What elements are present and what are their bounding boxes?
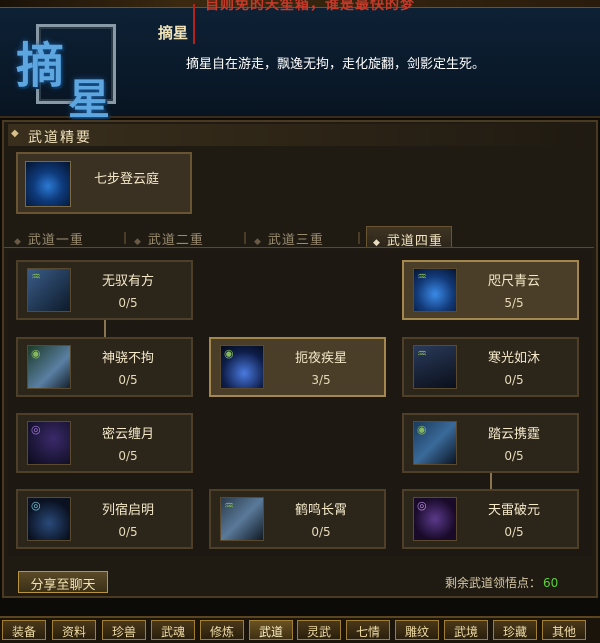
talent-node[interactable]: ◉ 扼夜疾星 3/5 <box>209 337 386 397</box>
talent-points: 3/5 <box>311 373 331 387</box>
talent-points: 0/5 <box>118 296 138 310</box>
tab-label: 武道二重 <box>147 233 204 248</box>
tier-tabs: ◆ 武道一重 ◆ 武道二重 ◆ 武道三重 ◆ 武道四重 <box>4 226 594 249</box>
menu-carving[interactable]: 雕纹 <box>395 620 439 640</box>
talent-points: 5/5 <box>504 296 524 310</box>
talent-name: 鹤鸣长霄 <box>294 503 347 518</box>
menu-martial-realm[interactable]: 武境 <box>444 620 488 640</box>
blue-cloud-icon: ♒ <box>413 268 457 312</box>
talent-name: 踏云携霆 <box>487 427 540 442</box>
talent-node[interactable]: ♒ 寒光如沐 0/5 <box>402 337 579 397</box>
menu-spirit-weapon[interactable]: 灵武 <box>297 620 341 640</box>
diamond-icon: ◆ <box>134 237 142 247</box>
tab-separator <box>124 232 126 244</box>
talent-node[interactable]: ◎ 列宿启明 0/5 <box>16 489 193 549</box>
skill-header: 自则免的天笙箱，谁是最快的梦 摘 星 摘星 摘星自在游走，飘逸无拘，走化旋翻，剑… <box>0 0 600 124</box>
cloud-thunder-icon: ◉ <box>413 421 457 465</box>
marquee-divider <box>193 4 195 44</box>
talent-node[interactable]: ◎ 天雷破元 0/5 <box>402 489 579 549</box>
diamond-icon: ◆ <box>14 237 22 247</box>
talent-points: 0/5 <box>504 449 524 463</box>
talent-node[interactable]: ♒ 鹤鸣长霄 0/5 <box>209 489 386 549</box>
talent-points: 0/5 <box>504 525 524 539</box>
heaven-thunder-icon: ◎ <box>413 497 457 541</box>
talent-points: 0/5 <box>118 525 138 539</box>
school-emblem: 摘 星 <box>6 14 144 124</box>
talent-name: 列宿启明 <box>101 503 154 518</box>
essence-label: 七步登云庭 <box>94 172 160 187</box>
diamond-icon: ◆ <box>254 237 262 247</box>
tab-label: 武道三重 <box>267 233 324 248</box>
talent-node[interactable]: ◉ 神骁不拘 0/5 <box>16 337 193 397</box>
node-connector <box>104 320 106 338</box>
talent-name: 天雷破元 <box>487 503 540 518</box>
talent-name: 咫尺青云 <box>487 274 540 289</box>
section-title-bar: ◆ 武道精要 <box>8 124 592 146</box>
talent-node[interactable]: ♒ 咫尺青云 5/5 <box>402 260 579 320</box>
crane-cry-icon: ♒ <box>220 497 264 541</box>
swift-spirit-icon: ◉ <box>27 345 71 389</box>
menu-pets[interactable]: 珍兽 <box>102 620 146 640</box>
remaining-points: 剩余武道领悟点： 60 <box>445 574 558 591</box>
menu-equipment[interactable]: 装备 <box>2 620 46 640</box>
remaining-points-label: 剩余武道领悟点： <box>445 576 542 590</box>
menu-other[interactable]: 其他 <box>542 620 586 640</box>
emblem-char-2: 星 <box>68 75 111 124</box>
menu-martial-soul[interactable]: 武魂 <box>151 620 195 640</box>
talent-node[interactable]: ◎ 密云缠月 0/5 <box>16 413 193 473</box>
menu-seven-emotions[interactable]: 七情 <box>346 620 390 640</box>
node-connector <box>490 472 492 490</box>
cloud-moon-icon: ◎ <box>27 421 71 465</box>
tab-separator <box>244 232 246 244</box>
menu-profile[interactable]: 资料 <box>52 620 96 640</box>
talent-points: 0/5 <box>504 373 524 387</box>
section-title: 武道精要 <box>28 130 92 146</box>
wind-blade-icon: ♒ <box>27 268 71 312</box>
cold-light-icon: ♒ <box>413 345 457 389</box>
share-to-chat-button[interactable]: 分享至聊天 <box>18 571 108 593</box>
talent-name: 无驭有方 <box>101 274 154 289</box>
tab-tier-2[interactable]: ◆ 武道二重 <box>134 226 204 248</box>
talent-name: 寒光如沐 <box>487 351 540 366</box>
marquee-text: 自则免的天笙箱，谁是最快的梦 <box>205 0 415 13</box>
skill-description: 摘星自在游走，飘逸无拘，走化旋翻，剑影定生死。 <box>186 57 486 72</box>
tab-tier-3[interactable]: ◆ 武道三重 <box>254 226 324 248</box>
talent-name: 扼夜疾星 <box>294 351 347 366</box>
tabs-underline <box>4 247 594 248</box>
essence-card[interactable]: 七步登云庭 <box>16 152 192 214</box>
talent-points: 0/5 <box>118 373 138 387</box>
menu-collection[interactable]: 珍藏 <box>493 620 537 640</box>
talent-name: 密云缠月 <box>101 427 154 442</box>
tab-label: 武道一重 <box>27 233 84 248</box>
menu-cultivation[interactable]: 修炼 <box>200 620 244 640</box>
talent-node[interactable]: ♒ 无驭有方 0/5 <box>16 260 193 320</box>
skill-name: 摘星 <box>158 24 189 42</box>
talent-points: 0/5 <box>118 449 138 463</box>
remaining-points-value: 60 <box>543 576 559 590</box>
constellation-icon: ◎ <box>27 497 71 541</box>
menu-martial-way[interactable]: 武道 <box>249 620 293 640</box>
emblem-char-1: 摘 <box>16 38 65 94</box>
cloud-step-icon <box>25 161 71 207</box>
tab-tier-4[interactable]: ◆ 武道四重 <box>366 226 452 249</box>
talent-points: 0/5 <box>311 525 331 539</box>
talent-name: 神骁不拘 <box>101 351 154 366</box>
night-star-icon: ◉ <box>220 345 264 389</box>
tab-tier-1[interactable]: ◆ 武道一重 <box>14 226 84 248</box>
tab-separator <box>358 232 360 244</box>
talent-node[interactable]: ◉ 踏云携霆 0/5 <box>402 413 579 473</box>
diamond-icon: ◆ <box>11 128 19 139</box>
